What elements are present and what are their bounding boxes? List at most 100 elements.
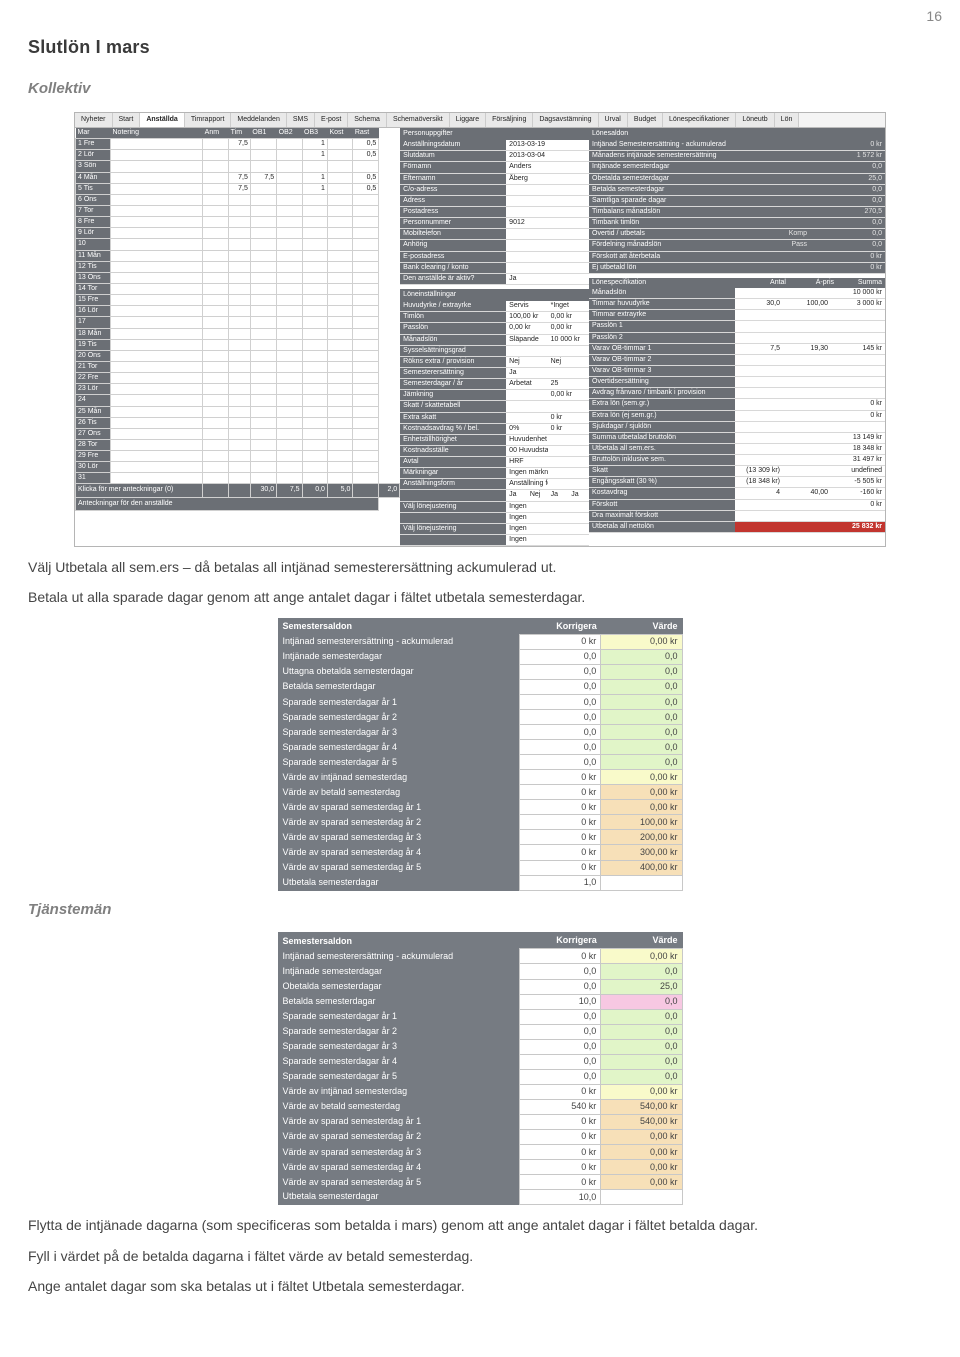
tab-lönespecifikationer[interactable]: Lönespecifikationer (663, 113, 736, 127)
varde-cell: 540,00 kr (601, 1114, 682, 1129)
tab-meddelanden[interactable]: Meddelanden (231, 113, 286, 127)
paragraph-2: Betala ut alla sparade dagar genom att a… (28, 587, 932, 607)
korrigera-cell[interactable]: 0,0 (520, 1024, 601, 1039)
korrigera-cell[interactable]: 0,0 (520, 695, 601, 710)
korrigera-cell[interactable]: 0,0 (520, 1039, 601, 1054)
sem-row: Sparade semesterdagar år 30,00,0 (278, 725, 682, 740)
tab-nyheter[interactable]: Nyheter (75, 113, 113, 127)
paragraph-4: Fyll i värdet på de betalda dagarna i fä… (28, 1246, 932, 1266)
varde-cell: 0,0 (601, 664, 682, 679)
varde-cell: 0,00 kr (601, 949, 682, 964)
korrigera-cell[interactable]: 0,0 (520, 649, 601, 664)
sem-row: Utbetala semesterdagar10,0 (278, 1190, 682, 1205)
korrigera-cell[interactable]: 0,0 (520, 979, 601, 994)
sem-row: Sparade semesterdagar år 10,00,0 (278, 695, 682, 710)
varde-cell: 0,0 (601, 1009, 682, 1024)
varde-cell: 200,00 kr (601, 830, 682, 845)
korrigera-cell[interactable]: 10,0 (520, 994, 601, 1009)
sem-row: Värde av sparad semesterdag år 20 kr0,00… (278, 1129, 682, 1144)
tab-start[interactable]: Start (113, 113, 141, 127)
varde-cell: 300,00 kr (601, 845, 682, 860)
sem-row: Värde av sparad semesterdag år 40 kr300,… (278, 845, 682, 860)
varde-cell (601, 1190, 682, 1205)
sem-row: Utbetala semesterdagar1,0 (278, 875, 682, 890)
korrigera-cell[interactable]: 0 kr (520, 770, 601, 785)
tab-schema[interactable]: Schema (348, 113, 387, 127)
korrigera-cell[interactable]: 0,0 (520, 664, 601, 679)
korrigera-cell[interactable]: 0,0 (520, 1069, 601, 1084)
varde-cell: 0,00 kr (601, 1145, 682, 1160)
varde-cell: 400,00 kr (601, 860, 682, 875)
varde-cell: 0,0 (601, 649, 682, 664)
korrigera-cell[interactable]: 540 kr (520, 1099, 601, 1114)
korrigera-cell[interactable]: 0 kr (520, 830, 601, 845)
sem-row: Obetalda semesterdagar0,025,0 (278, 979, 682, 994)
tab-budget[interactable]: Budget (628, 113, 663, 127)
korrigera-cell[interactable]: 0 kr (520, 634, 601, 649)
korrigera-cell[interactable]: 1,0 (520, 875, 601, 890)
sem-row: Sparade semesterdagar år 10,00,0 (278, 1009, 682, 1024)
paragraph-1: Välj Utbetala all sem.ers – då betalas a… (28, 557, 932, 577)
tab-urval[interactable]: Urval (599, 113, 628, 127)
varde-cell: 0,00 kr (601, 1129, 682, 1144)
korrigera-cell[interactable]: 0 kr (520, 785, 601, 800)
varde-cell: 0,00 kr (601, 1160, 682, 1175)
korrigera-cell[interactable]: 0 kr (520, 845, 601, 860)
sem-row: Värde av intjänad semesterdag0 kr0,00 kr (278, 770, 682, 785)
sem-row: Uttagna obetalda semesterdagar0,00,0 (278, 664, 682, 679)
korrigera-cell[interactable]: 0 kr (520, 1084, 601, 1099)
tab-anställda[interactable]: Anställda (140, 113, 185, 127)
tab-dagsavstämning[interactable]: Dagsavstämning (533, 113, 598, 127)
subheading-kollektiv: Kollektiv (28, 78, 932, 100)
korrigera-cell[interactable]: 0,0 (520, 964, 601, 979)
varde-cell: 0,0 (601, 1069, 682, 1084)
tab-timrapport[interactable]: Timrapport (185, 113, 232, 127)
korrigera-cell[interactable]: 0 kr (520, 1129, 601, 1144)
panel-spec: LönesaldonIntjänad Semesterersättning - … (589, 128, 885, 546)
korrigera-cell[interactable]: 0,0 (520, 1054, 601, 1069)
korrigera-cell[interactable]: 0 kr (520, 860, 601, 875)
korrigera-cell[interactable]: 0 kr (520, 800, 601, 815)
time-report-grid: MarNoteringAnmTimOB1OB2OB3KostRast1 Fre7… (75, 128, 400, 546)
tab-e-post[interactable]: E-post (315, 113, 348, 127)
sem-row: Intjänade semesterdagar0,00,0 (278, 964, 682, 979)
semestersaldon-kollektiv: SemestersaldonKorrigeraVärdeIntjänad sem… (278, 618, 683, 891)
varde-cell: 0,00 kr (601, 770, 682, 785)
varde-cell: 25,0 (601, 979, 682, 994)
varde-cell: 0,00 kr (601, 1084, 682, 1099)
tab-löneutb[interactable]: Löneutb (736, 113, 774, 127)
korrigera-cell[interactable]: 0,0 (520, 1009, 601, 1024)
sem-row: Intjänade semesterdagar0,00,0 (278, 649, 682, 664)
korrigera-cell[interactable]: 0,0 (520, 725, 601, 740)
sem-row: Värde av betald semesterdag540 kr540,00 … (278, 1099, 682, 1114)
tab-strip: NyheterStartAnställdaTimrapportMeddeland… (75, 113, 885, 128)
korrigera-cell[interactable]: 0 kr (520, 1175, 601, 1190)
varde-cell: 0,0 (601, 1024, 682, 1039)
sem-row: Värde av sparad semesterdag år 10 kr0,00… (278, 800, 682, 815)
varde-cell: 0,0 (601, 964, 682, 979)
tab-lön[interactable]: Lön (775, 113, 800, 127)
sem-row: Sparade semesterdagar år 50,00,0 (278, 1069, 682, 1084)
korrigera-cell[interactable]: 0 kr (520, 815, 601, 830)
korrigera-cell[interactable]: 0 kr (520, 1145, 601, 1160)
tab-sms[interactable]: SMS (287, 113, 315, 127)
korrigera-cell[interactable]: 0,0 (520, 710, 601, 725)
korrigera-cell[interactable]: 0 kr (520, 1160, 601, 1175)
tab-försäljning[interactable]: Försäljning (486, 113, 533, 127)
korrigera-cell[interactable]: 10,0 (520, 1190, 601, 1205)
korrigera-cell[interactable]: 0,0 (520, 679, 601, 694)
korrigera-cell[interactable]: 0,0 (520, 755, 601, 770)
tab-liggare[interactable]: Liggare (450, 113, 486, 127)
korrigera-cell[interactable]: 0 kr (520, 949, 601, 964)
sem-row: Värde av sparad semesterdag år 50 kr400,… (278, 860, 682, 875)
tab-schemaöversikt[interactable]: Schemaöversikt (387, 113, 450, 127)
varde-cell: 0,0 (601, 725, 682, 740)
korrigera-cell[interactable]: 0,0 (520, 740, 601, 755)
korrigera-cell[interactable]: 0 kr (520, 1114, 601, 1129)
varde-cell: 0,0 (601, 710, 682, 725)
sem-row: Värde av sparad semesterdag år 20 kr100,… (278, 815, 682, 830)
page-title: Slutlön I mars (28, 34, 932, 60)
sem-row: Värde av sparad semesterdag år 10 kr540,… (278, 1114, 682, 1129)
varde-cell: 100,00 kr (601, 815, 682, 830)
varde-cell: 0,00 kr (601, 800, 682, 815)
